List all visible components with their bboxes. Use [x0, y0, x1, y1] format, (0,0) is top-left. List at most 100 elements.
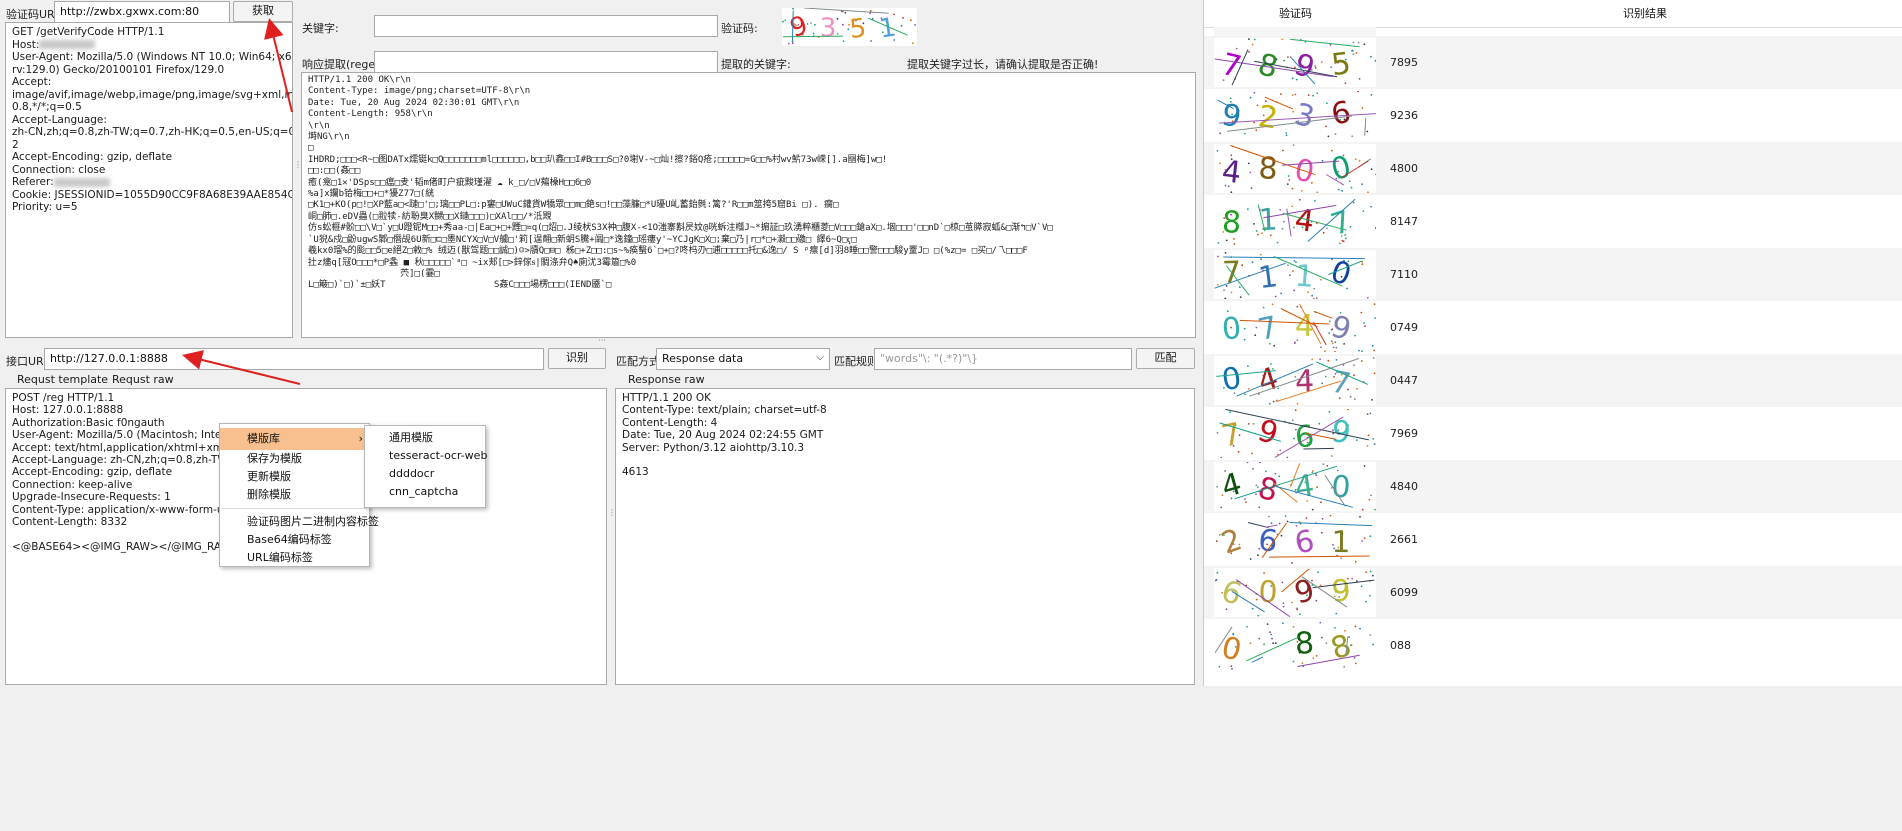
noise-dot: [1365, 600, 1367, 603]
match-mode-select[interactable]: Response data ⌵: [656, 348, 830, 370]
noise-dot: [1291, 205, 1294, 208]
captcha-thumbnail: 8147: [1214, 197, 1377, 246]
noise-dot: [1374, 317, 1376, 319]
table-row[interactable]: 0 4 4 7 0447: [1204, 354, 1902, 407]
regex-input[interactable]: [374, 51, 718, 73]
column-header-captcha[interactable]: 验证码: [1204, 0, 1388, 28]
table-row[interactable]: 8 1 4 7 8147: [1204, 195, 1902, 248]
captcha-digit: 8: [1255, 471, 1281, 509]
noise-dot: [1334, 351, 1336, 353]
table-row[interactable]: 7 9 6 9 7969: [1204, 407, 1902, 460]
table-row[interactable]: 2 6 6 1 2661: [1204, 513, 1902, 566]
captcha-thumbnail: 2661: [1214, 514, 1376, 564]
table-row[interactable]: 6 0 9 9 6099: [1204, 566, 1902, 619]
noise-dot: [1249, 642, 1252, 645]
table-row[interactable]: 7110 7110: [1204, 248, 1902, 301]
menu-item-save-template[interactable]: 保存为模版: [220, 450, 369, 468]
noise-dot: [1372, 574, 1374, 577]
table-row[interactable]: 7 8 9 5 7895: [1204, 36, 1902, 89]
noise-dot: [1294, 409, 1297, 412]
menu-item-template-library[interactable]: 模版库 ›: [220, 428, 369, 450]
match-response-line: HTTP/1.1 200 OK: [622, 392, 711, 404]
captcha-request-editor[interactable]: GET /getVerifyCode HTTP/1.1 Host: User-Age…: [5, 22, 293, 338]
noise-dot: [1216, 485, 1218, 488]
interface-url-input[interactable]: http://127.0.0.1:8888: [44, 348, 544, 370]
recognition-result: 4840: [1390, 480, 1418, 493]
menu-item-url-encode-tag[interactable]: URL编码标签: [220, 549, 369, 567]
captcha-digit: 2: [1217, 522, 1247, 561]
noise-dot: [1292, 144, 1295, 146]
response-line: \r\n: [308, 120, 330, 131]
menu-item-update-template[interactable]: 更新模版: [220, 468, 369, 486]
match-response-viewer[interactable]: HTTP/1.1 200 OK Content-Type: text/plain;…: [615, 388, 1195, 685]
noise-dot: [1286, 520, 1289, 523]
noise-dot: [1316, 92, 1319, 95]
noise-dot: [1355, 52, 1358, 54]
noise-dot: [1288, 179, 1291, 181]
noise-dot: [1355, 580, 1358, 582]
noise-line: [1239, 319, 1330, 325]
noise-dot: [814, 23, 816, 26]
recognize-button[interactable]: 识别: [548, 348, 606, 369]
noise-dot: [1252, 468, 1254, 470]
submenu-item-tesseract[interactable]: tesseract-ocr-web: [365, 447, 487, 465]
noise-dot: [1361, 350, 1363, 352]
noise-dot: [1370, 168, 1373, 170]
column-header-result[interactable]: 识别结果: [1387, 0, 1902, 28]
menu-item-label: 删除模版: [247, 488, 291, 501]
noise-dot: [1313, 297, 1315, 300]
captcha-response-viewer[interactable]: HTTP/1.1 200 OK\r\n Content-Type: image/p…: [301, 72, 1196, 338]
captcha-digit: 8: [1258, 151, 1279, 187]
captcha-digit: 1: [878, 13, 899, 45]
submenu-item-cnn-captcha[interactable]: cnn_captcha: [365, 483, 485, 501]
noise-dot: [1314, 200, 1316, 202]
noise-line: [804, 7, 889, 14]
captcha-digit: 8: [1221, 205, 1242, 241]
noise-dot: [911, 42, 914, 45]
match-rule-input[interactable]: "words"\: "(.*?)"\}: [874, 348, 1132, 370]
captcha-url-input[interactable]: http://zwbx.gxwx.com:80: [54, 1, 230, 23]
noise-dot: [1253, 92, 1256, 94]
request-text: GET /getVerifyCode HTTP/1.1 Host: User-Age…: [6, 23, 292, 217]
menu-item-delete-template[interactable]: 删除模版: [220, 486, 369, 504]
noise-dot: [1324, 375, 1327, 378]
noise-dot: [806, 23, 809, 25]
noise-dot: [1329, 514, 1332, 517]
table-row[interactable]: 4 8 0 0 4800: [1204, 142, 1902, 195]
noise-dot: [1258, 637, 1261, 640]
recognition-result: 7110: [1390, 268, 1418, 281]
table-row[interactable]: 4 8 4 0 4840: [1204, 460, 1902, 513]
noise-dot: [1269, 631, 1271, 634]
noise-dot: [1373, 349, 1375, 352]
fetch-button[interactable]: 获取: [233, 1, 293, 22]
table-row[interactable]: 9 2 3 6 9236: [1204, 89, 1902, 142]
captcha-digit: 8: [1294, 626, 1315, 662]
noise-dot: [1276, 241, 1279, 244]
recognition-result: 7969: [1390, 427, 1418, 440]
menu-item-base64-tag[interactable]: Base64编码标签: [220, 531, 369, 549]
recognition-result: 7895: [1390, 56, 1418, 69]
noise-dot: [1266, 623, 1269, 625]
captcha-digit: 6: [1329, 95, 1354, 133]
vertical-splitter-bottom[interactable]: ⋮: [608, 508, 616, 528]
keyword-input[interactable]: [374, 15, 718, 37]
submenu-item-ddddocr[interactable]: ddddocr: [365, 465, 485, 483]
noise-dot: [1249, 558, 1252, 560]
noise-dot: [1320, 278, 1322, 281]
noise-dot: [1321, 517, 1324, 520]
table-row[interactable]: 0 7 4 9 0749: [1204, 301, 1902, 354]
match-button[interactable]: 匹配: [1136, 348, 1195, 369]
tab-request-raw[interactable]: Requst raw: [104, 370, 182, 389]
keyword-label: 关键字:: [302, 22, 339, 35]
noise-dot: [1332, 346, 1335, 349]
menu-item-img-raw-tag[interactable]: 验证码图片二进制内容标签: [220, 513, 379, 531]
noise-dot: [1361, 508, 1364, 511]
table-row[interactable]: 0 8 8 088: [1204, 619, 1902, 672]
noise-dot: [1293, 260, 1296, 262]
submenu-item-generic[interactable]: 通用模版: [365, 429, 485, 447]
noise-dot: [1321, 636, 1323, 639]
noise-dot: [1221, 494, 1224, 497]
chevron-down-icon: ⌵: [816, 352, 824, 363]
vertical-splitter-top[interactable]: ⋮: [294, 160, 302, 180]
splitter-grip[interactable]: ···: [592, 337, 612, 346]
